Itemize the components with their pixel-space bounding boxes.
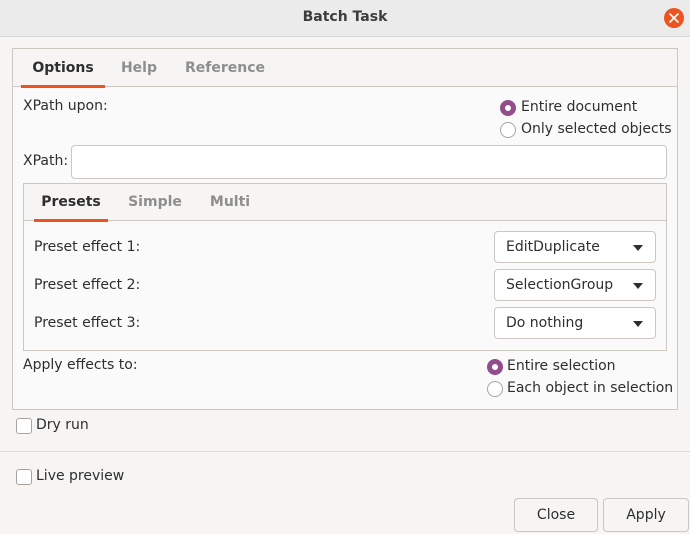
dry-run-checkbox[interactable] bbox=[16, 418, 32, 434]
main-notebook: Options Help Reference XPath upon: Entir… bbox=[12, 48, 678, 410]
close-button[interactable]: Close bbox=[514, 498, 598, 532]
radio-only-selected-objects[interactable] bbox=[500, 122, 516, 138]
tab-simple[interactable]: Simple bbox=[124, 184, 186, 221]
tab-reference[interactable]: Reference bbox=[179, 49, 271, 87]
radio-entire-document-label[interactable]: Entire document bbox=[521, 99, 637, 115]
separator bbox=[0, 451, 690, 452]
xpath-label: XPath: bbox=[23, 153, 69, 169]
preset-effect-1-combo[interactable]: EditDuplicate bbox=[494, 231, 656, 263]
presets-tab-bar: Presets Simple Multi bbox=[24, 184, 666, 222]
tab-presets[interactable]: Presets bbox=[34, 184, 108, 222]
preset-effect-3-value: Do nothing bbox=[506, 315, 584, 331]
preset-effect-1-value: EditDuplicate bbox=[506, 239, 600, 255]
chevron-down-icon bbox=[633, 283, 643, 289]
radio-only-selected-objects-label[interactable]: Only selected objects bbox=[521, 121, 672, 137]
live-preview-checkbox[interactable] bbox=[16, 469, 32, 485]
tab-help[interactable]: Help bbox=[113, 49, 165, 87]
radio-each-object[interactable] bbox=[487, 381, 503, 397]
preset-effect-2-combo[interactable]: SelectionGroup bbox=[494, 269, 656, 301]
apply-effects-label: Apply effects to: bbox=[23, 357, 138, 373]
apply-button[interactable]: Apply bbox=[603, 498, 689, 532]
radio-entire-selection-label[interactable]: Entire selection bbox=[507, 358, 616, 374]
xpath-upon-label: XPath upon: bbox=[23, 98, 108, 114]
chevron-down-icon bbox=[633, 245, 643, 251]
preset-effect-2-label: Preset effect 2: bbox=[34, 277, 141, 293]
live-preview-label[interactable]: Live preview bbox=[36, 468, 124, 484]
preset-effect-1-label: Preset effect 1: bbox=[34, 239, 141, 255]
dry-run-label[interactable]: Dry run bbox=[36, 417, 89, 433]
radio-entire-document[interactable] bbox=[500, 100, 516, 116]
xpath-input[interactable] bbox=[71, 145, 667, 179]
window-title: Batch Task bbox=[302, 9, 388, 25]
title-bar: Batch Task bbox=[0, 0, 690, 37]
window-close-button[interactable] bbox=[664, 8, 684, 28]
radio-entire-selection[interactable] bbox=[487, 359, 503, 375]
tab-multi[interactable]: Multi bbox=[204, 184, 256, 221]
radio-each-object-label[interactable]: Each object in selection bbox=[507, 380, 673, 396]
close-icon bbox=[669, 13, 679, 23]
preset-effect-2-value: SelectionGroup bbox=[506, 277, 614, 293]
main-tab-bar: Options Help Reference bbox=[13, 49, 677, 88]
tab-options[interactable]: Options bbox=[21, 49, 105, 88]
chevron-down-icon bbox=[633, 321, 643, 327]
preset-effect-3-label: Preset effect 3: bbox=[34, 315, 141, 331]
presets-notebook: Presets Simple Multi Preset effect 1: Ed… bbox=[23, 183, 667, 351]
preset-effect-3-combo[interactable]: Do nothing bbox=[494, 307, 656, 339]
